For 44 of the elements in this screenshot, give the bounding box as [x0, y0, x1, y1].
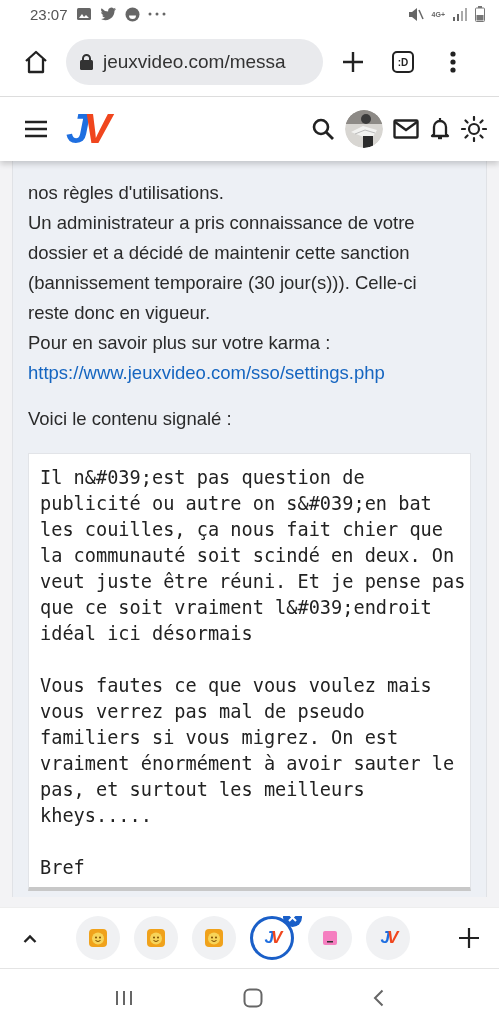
tab[interactable]: JV — [250, 916, 294, 960]
more-icon — [147, 12, 166, 16]
back-button[interactable] — [373, 988, 384, 1007]
plus-icon — [342, 51, 364, 73]
battery-icon — [475, 6, 485, 22]
recents-icon — [115, 989, 133, 1006]
back-icon — [373, 988, 384, 1007]
site-logo: JV — [264, 928, 280, 948]
lock-icon — [80, 54, 93, 70]
bird-icon — [99, 7, 117, 21]
tab-switcher-button[interactable]: :D — [383, 42, 423, 82]
sun-icon[interactable] — [461, 116, 487, 142]
site-logo: JV — [380, 928, 396, 948]
bell-icon[interactable] — [429, 117, 451, 141]
site-logo[interactable]: JV — [66, 107, 112, 151]
page-icon — [323, 931, 337, 945]
image-icon — [75, 7, 92, 21]
search-icon[interactable] — [311, 117, 335, 141]
message-text: nos règles d'utilisations. — [28, 181, 225, 205]
menu-icon — [24, 120, 48, 138]
message-text: Un administrateur a pris connaissance de votre dossier et a décidé de maintenir cette sanction (bannissement temporaire (30 jour(s))). Celle-ci reste donc en vigueur. — [28, 211, 418, 325]
home-icon — [243, 987, 263, 1008]
recent-apps-button[interactable] — [115, 989, 133, 1006]
plus-icon — [459, 928, 479, 948]
quote-text: Vous fautes ce que vous voulez mais vous verrez pas mal de pseudo familiers si vous migrez. On est vraiment énormément à avoir sauter le pas, et surtout les meilleurs kheys..... — [40, 674, 456, 828]
smiley-icon — [124, 6, 140, 22]
section-label: Voici le contenu signalé : — [28, 407, 233, 431]
chevron-up-icon — [23, 933, 37, 943]
home-icon — [23, 49, 49, 75]
settings-link[interactable]: https://www.jeuxvideo.com/sso/settings.php — [28, 358, 456, 388]
quote-text: Il n&#039;est pas question de publicité ou autre on s&#039;en bat les couilles, ça nous fait chier que la communauté soit scindé en deux. On veut juste être réuni. Et je pense pas que ce soit vraiment l&#039;endroit idéal ici désormais — [40, 466, 467, 646]
smiley-icon — [147, 929, 165, 947]
clock: 23:07 — [30, 5, 68, 23]
message-text: Pour en savoir plus sur votre karma : — [28, 331, 332, 355]
url-text: jeuxvideo.com/messa — [103, 51, 286, 73]
signal-icon — [453, 7, 467, 21]
mail-icon[interactable] — [393, 119, 419, 139]
mute-icon — [407, 6, 424, 22]
tab[interactable]: JV — [366, 916, 410, 960]
smiley-icon — [205, 929, 223, 947]
smiley-icon — [89, 929, 107, 947]
quote-text: Bref — [40, 856, 86, 880]
address-bar[interactable]: jeuxvideo.com/messa — [66, 39, 323, 85]
more-icon — [450, 51, 456, 73]
